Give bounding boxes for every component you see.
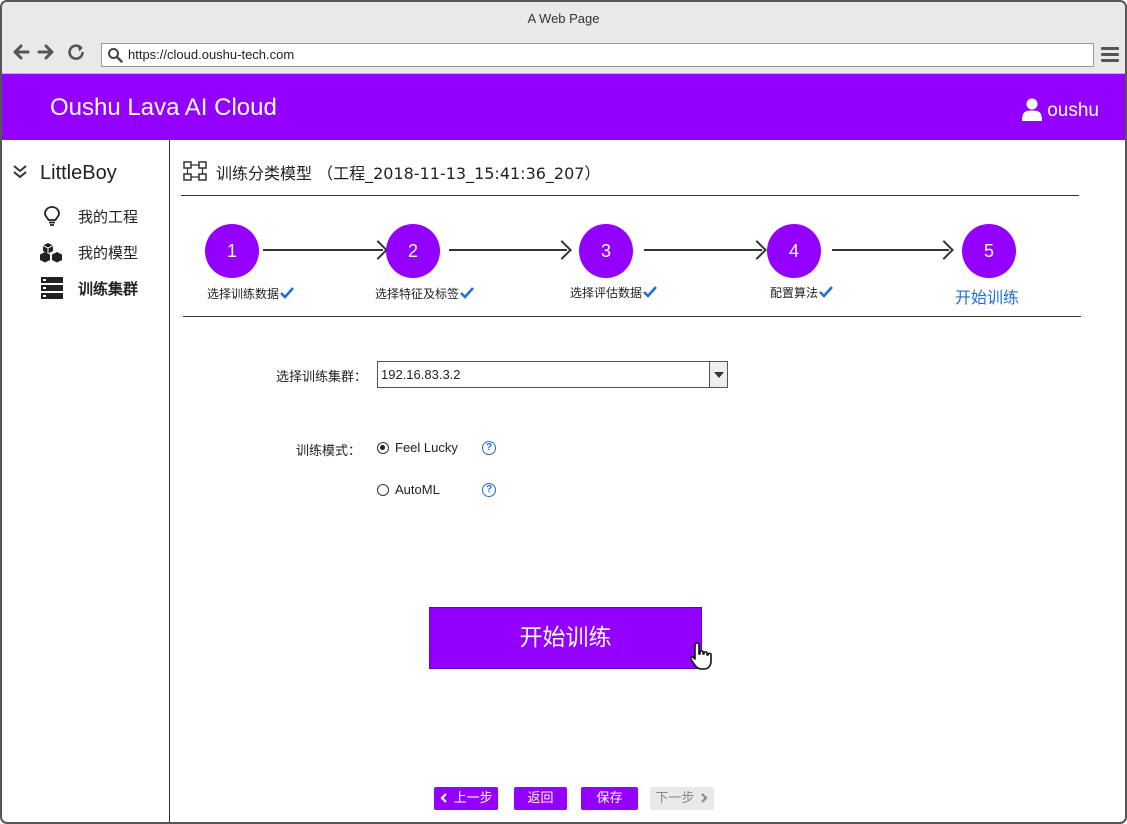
radio-automl[interactable] (377, 484, 389, 496)
cluster-label: 选择训练集群： (276, 370, 368, 385)
radio-feel-lucky[interactable] (377, 442, 389, 454)
hamburger-menu-icon[interactable] (1101, 47, 1119, 63)
lightbulb-icon (44, 206, 60, 226)
radio-label-automl[interactable]: AutoML (395, 482, 440, 497)
sidebar-item-label: 训练集群 (78, 280, 139, 298)
step-2-circle[interactable]: 2 (386, 224, 440, 278)
double-chevron-down-icon[interactable] (12, 164, 28, 180)
divider (183, 316, 1081, 317)
app-header: Oushu Lava AI Cloud oushu (2, 74, 1125, 140)
url-text: https://cloud.oushu-tech.com (128, 47, 295, 62)
step-label-text: 选择评估数据 (570, 286, 643, 300)
checkmark-icon (460, 287, 474, 299)
dropdown-arrow-icon[interactable] (709, 362, 727, 387)
next-step-label: 下一步 (655, 791, 695, 806)
chevron-left-icon (440, 793, 448, 803)
step-label-text: 选择特征及标签 (375, 287, 460, 301)
step-arrow (263, 249, 383, 251)
window-title: A Web Page (2, 2, 1125, 35)
forward-arrow-icon[interactable] (37, 43, 55, 65)
search-icon (108, 48, 123, 63)
network-model-icon (183, 161, 207, 181)
sidebar-title[interactable]: LittleBoy (40, 162, 117, 185)
step-1-label: 选择训练数据 (207, 285, 294, 302)
start-training-button[interactable]: 开始训练 (429, 607, 702, 669)
save-button[interactable]: 保存 (581, 787, 638, 810)
divider (181, 195, 1079, 196)
username: oushu (1047, 100, 1099, 121)
user-menu[interactable]: oushu (1022, 98, 1099, 122)
step-5-circle[interactable]: 5 (962, 224, 1016, 278)
cluster-select[interactable]: 192.16.83.3.2 (377, 361, 728, 388)
url-input[interactable]: https://cloud.oushu-tech.com (101, 43, 1094, 67)
hand-pointer-icon (689, 642, 712, 670)
checkmark-icon (643, 286, 657, 298)
help-icon[interactable]: ? (482, 483, 496, 497)
step-4-circle[interactable]: 4 (767, 224, 821, 278)
step-arrow (644, 249, 762, 251)
sidebar-item-label: 我的工程 (78, 208, 139, 226)
help-icon[interactable]: ? (482, 441, 496, 455)
checkmark-icon (819, 286, 833, 298)
step-label-text: 配置算法 (770, 286, 819, 300)
prev-step-button[interactable]: 上一步 (434, 787, 498, 810)
sidebar: LittleBoy 我的工程 我的模型 训练集群 (2, 140, 170, 822)
step-5-label: 开始训练 (955, 288, 1020, 307)
step-label-text: 选择训练数据 (207, 287, 280, 301)
sidebar-item-label: 我的模型 (78, 244, 139, 262)
address-bar: https://cloud.oushu-tech.com (2, 35, 1125, 74)
step-4-label: 配置算法 (770, 284, 833, 301)
step-1-circle[interactable]: 1 (205, 224, 259, 278)
back-button[interactable]: 返回 (514, 787, 567, 810)
user-icon (1022, 98, 1043, 121)
page-title-text: 训练分类模型 （工程_2018-11-13_15:41:36_207） (216, 164, 601, 183)
step-3-circle[interactable]: 3 (579, 224, 633, 278)
cubes-icon (40, 243, 62, 263)
back-arrow-icon[interactable] (12, 43, 30, 65)
browser-window: A Web Page https://cloud.oushu-tech.com … (0, 0, 1127, 824)
chevron-right-icon (700, 793, 708, 803)
mode-label: 训练模式： (296, 444, 362, 459)
step-arrow (449, 249, 567, 251)
reload-icon[interactable] (67, 43, 85, 65)
brand-title[interactable]: Oushu Lava AI Cloud (50, 94, 277, 122)
step-arrow (832, 249, 949, 251)
step-3-label: 选择评估数据 (570, 284, 657, 301)
radio-label-feel-lucky[interactable]: Feel Lucky (395, 440, 458, 455)
server-icon (41, 277, 63, 299)
prev-step-label: 上一步 (453, 791, 493, 806)
cluster-select-value: 192.16.83.3.2 (381, 367, 461, 382)
next-step-button: 下一步 (650, 787, 714, 810)
main-content: 训练分类模型 （工程_2018-11-13_15:41:36_207） 1 2 … (172, 140, 1125, 822)
step-2-label: 选择特征及标签 (375, 285, 474, 302)
checkmark-icon (280, 287, 294, 299)
